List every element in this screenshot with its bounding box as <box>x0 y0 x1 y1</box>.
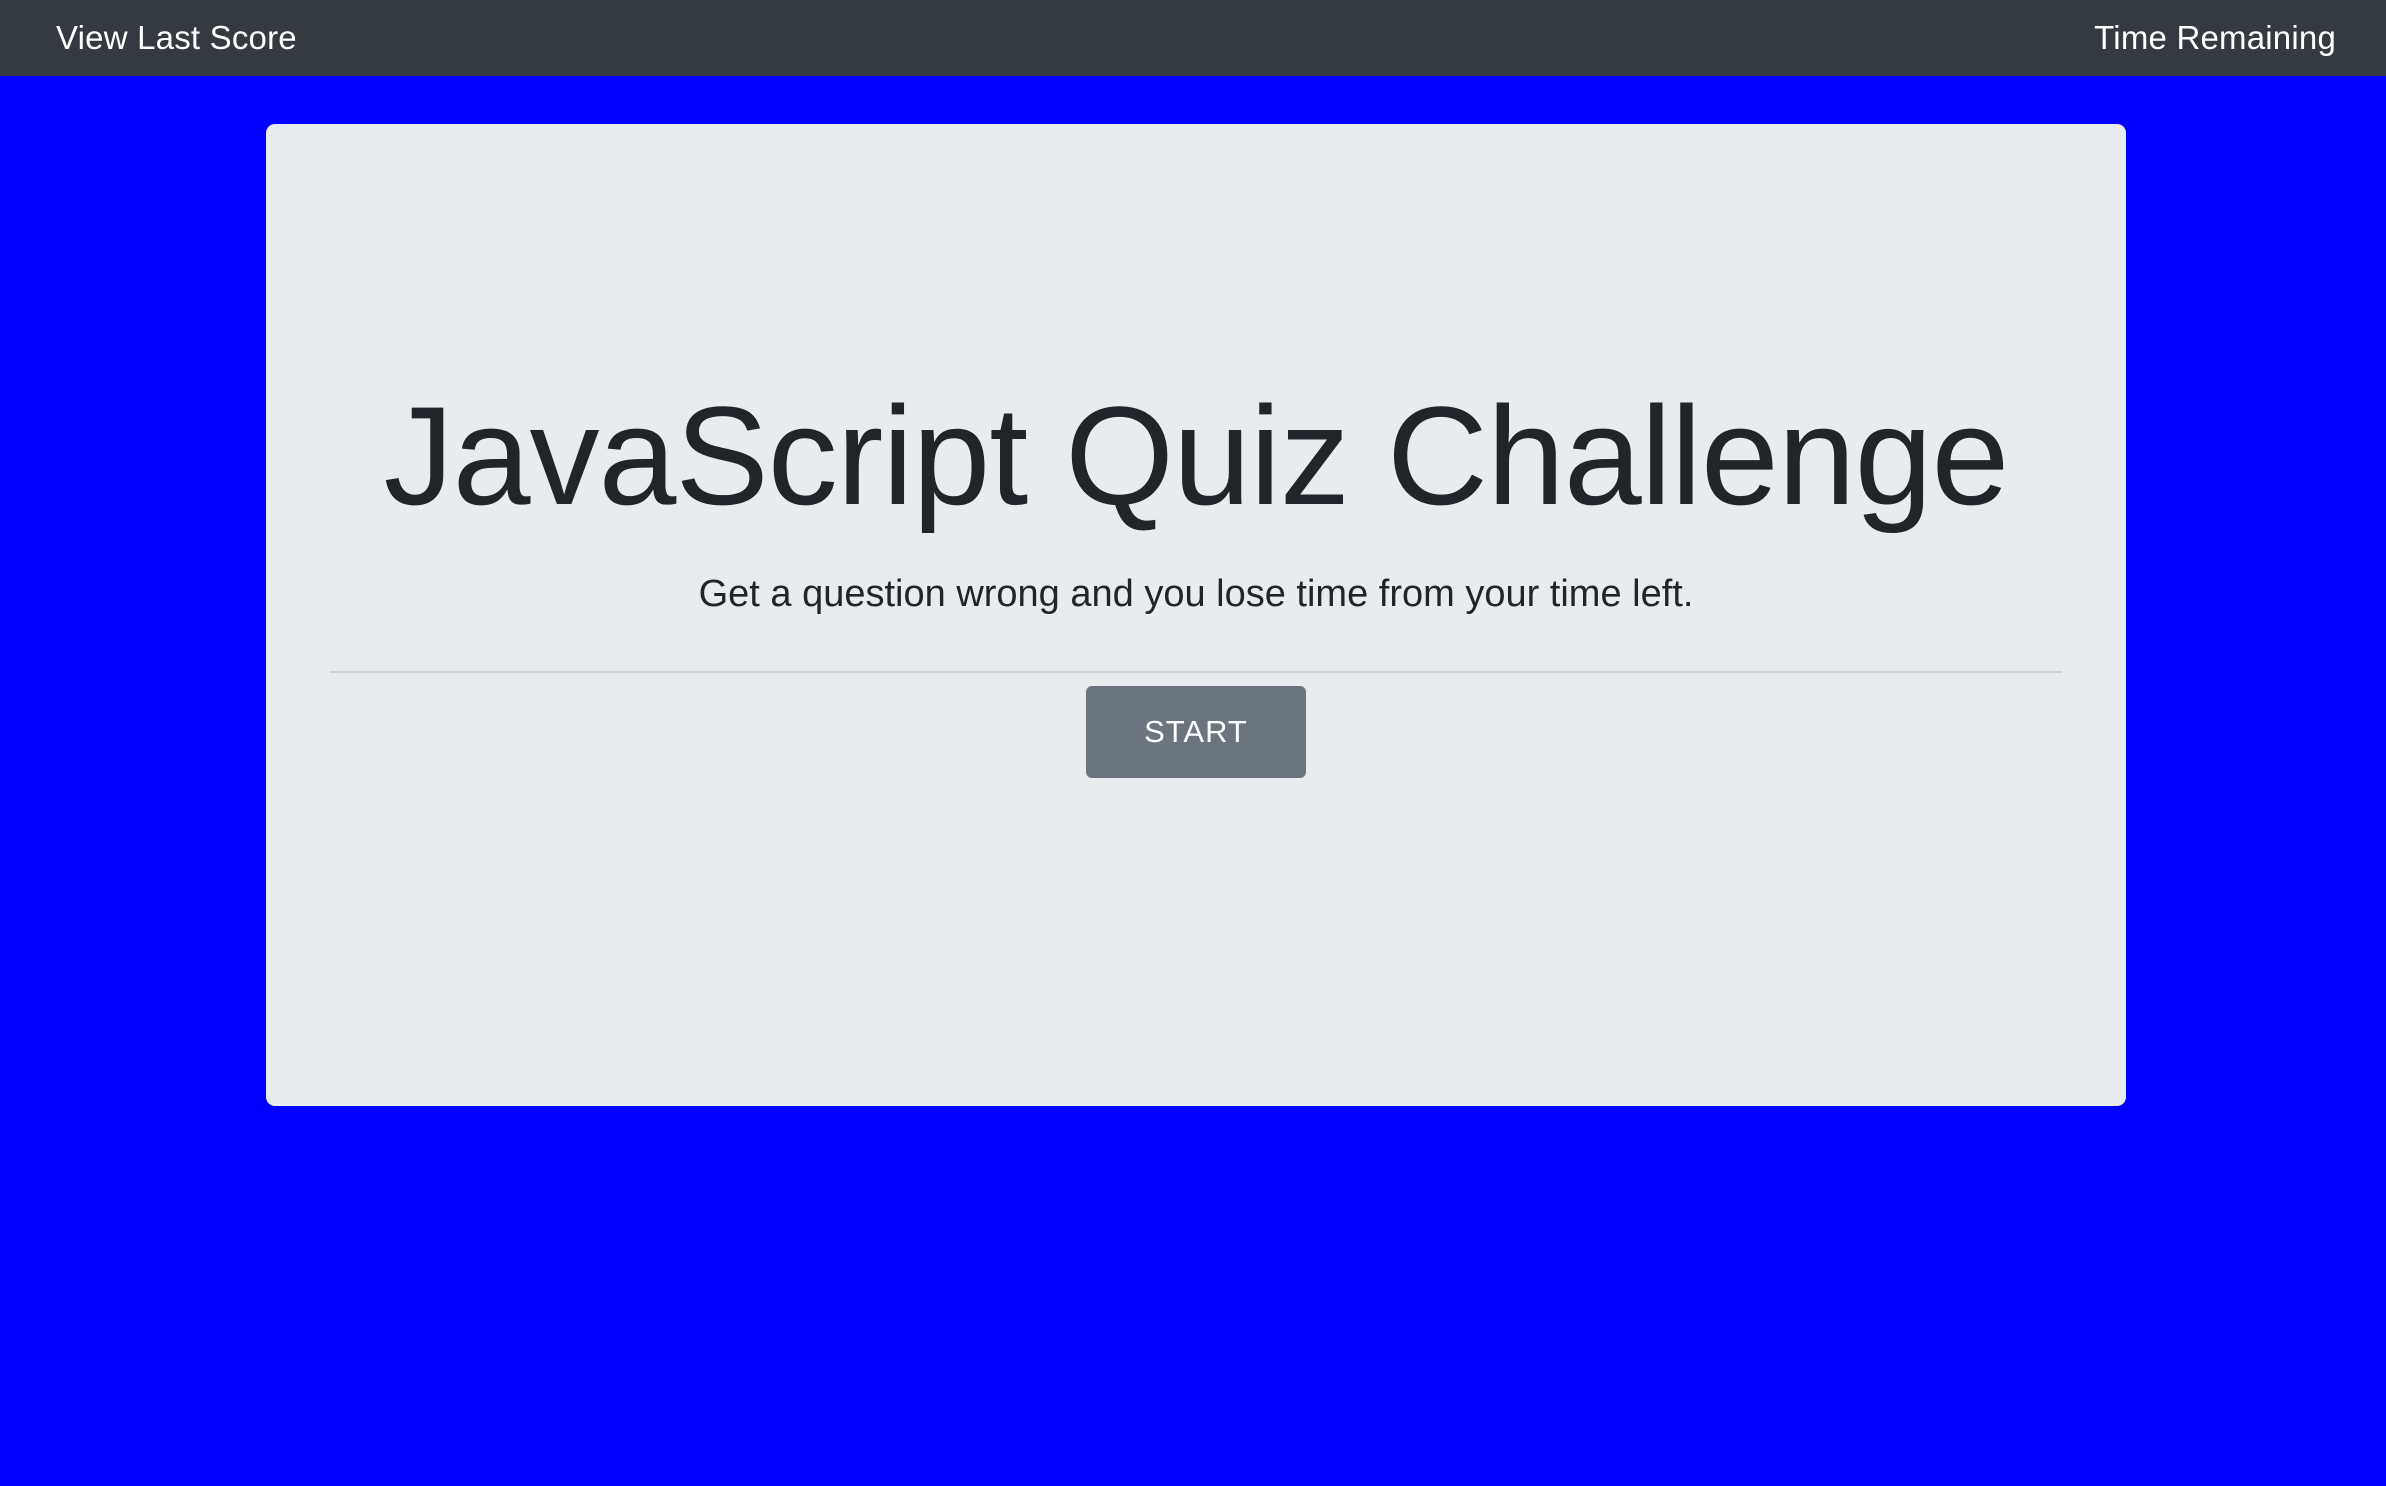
time-remaining-label: Time Remaining <box>2094 19 2336 56</box>
section-divider <box>330 671 2062 673</box>
quiz-intro-card: JavaScript Quiz Challenge Get a question… <box>266 124 2126 1106</box>
top-navbar: View Last Score Time Remaining <box>0 0 2386 76</box>
start-button[interactable]: START <box>1086 686 1306 778</box>
quiz-description: Get a question wrong and you lose time f… <box>698 573 1694 615</box>
view-last-score-link[interactable]: View Last Score <box>56 19 297 57</box>
page-title: JavaScript Quiz Challenge <box>383 377 2010 534</box>
